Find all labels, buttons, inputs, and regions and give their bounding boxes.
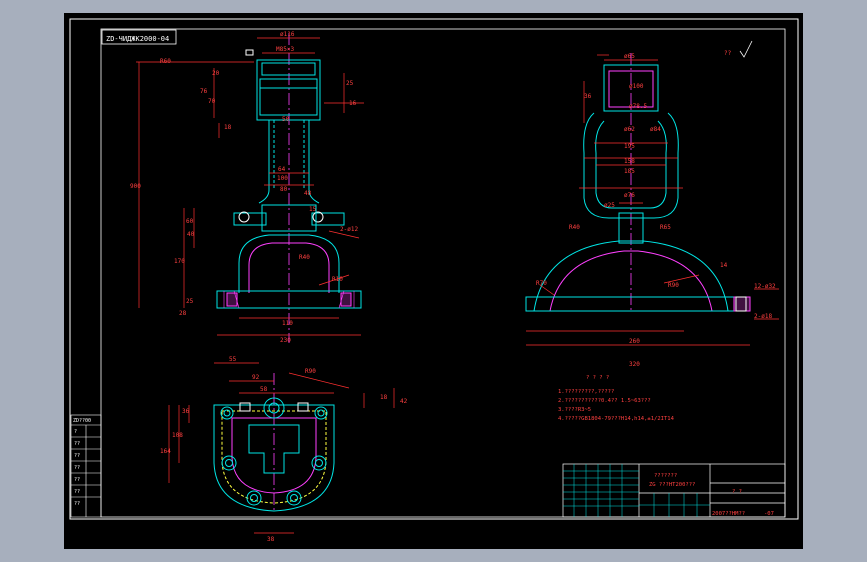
dim-label: R40 xyxy=(299,254,310,261)
roughness-symbol xyxy=(739,40,753,58)
dim-label: 164 xyxy=(160,448,171,455)
front-view-dimension-text: ø116 M85×3 20 76 70 18 16 25 50 64 48 90… xyxy=(130,31,358,344)
side-view xyxy=(525,53,751,313)
dim-label: ø65 xyxy=(624,53,635,60)
inner-border xyxy=(100,28,786,518)
strip-label: ? xyxy=(74,429,77,435)
dim-label: 25 xyxy=(186,298,194,305)
dim-label: 76 xyxy=(200,88,208,95)
sheet-label: ? ? xyxy=(732,489,742,495)
dim-label: 195 xyxy=(624,143,635,150)
engineering-drawing: ZD-ЧИДЖК2000-04 ø116 M85×3 20 76 70 18 1… xyxy=(69,18,799,543)
roughness-note: ?? xyxy=(724,50,732,57)
drawing-canvas[interactable]: ZD-ЧИДЖК2000-04 ø116 M85×3 20 76 70 18 1… xyxy=(64,13,803,549)
dim-label: 260 xyxy=(629,338,640,345)
dim-label: ø100 xyxy=(629,83,644,90)
dim-label: 12-ø32 xyxy=(754,283,776,290)
dim-label: 15 xyxy=(309,206,317,213)
note-line: 1.?????????,????? xyxy=(558,389,614,395)
dim-label: 60 xyxy=(186,218,194,225)
strip-label: ?? xyxy=(74,477,80,483)
dim-label: 48 xyxy=(304,190,312,197)
strip-label: ?? xyxy=(74,465,80,471)
dim-label: 25 xyxy=(346,80,354,87)
dim-label: 16 xyxy=(349,100,357,107)
drawing-code: 2007??HM?? xyxy=(712,511,745,517)
plan-view xyxy=(213,373,335,513)
front-view-dimensions xyxy=(136,37,364,336)
dim-label: 36 xyxy=(584,93,592,100)
strip-label: ?? xyxy=(74,489,80,495)
dim-label: R65 xyxy=(660,224,671,231)
dim-label: 900 xyxy=(130,183,141,190)
dim-label: 80 xyxy=(280,186,288,193)
plan-view-dimension-text: 55 92 R90 58 18 42 36 108 164 38 xyxy=(160,356,408,543)
dim-label: 2-ø18 xyxy=(754,313,772,320)
dim-label: M85×3 xyxy=(276,46,294,53)
dim-label: 100 xyxy=(277,175,288,182)
dim-label: 50 xyxy=(282,116,290,123)
dim-label: R60 xyxy=(160,58,171,65)
dim-label: 20 xyxy=(212,70,220,77)
dim-label: ø78.5 xyxy=(629,103,647,110)
dim-label: 18 xyxy=(380,394,388,401)
dim-label: 170 xyxy=(174,258,185,265)
drawing-number: ZD-ЧИДЖК2000-04 xyxy=(106,35,169,43)
title-block-text: ??????? ZG ???HT200??? 2007??HM?? ? ? -0… xyxy=(649,473,774,517)
dim-label: 320 xyxy=(629,361,640,368)
dim-label: 2-ø12 xyxy=(340,226,358,233)
dim-label: 108 xyxy=(172,432,183,439)
strip-label: ZD??00 xyxy=(73,418,91,424)
dim-label: ø84 xyxy=(650,126,661,133)
dim-label: R90 xyxy=(305,368,316,375)
dim-label: R10 xyxy=(332,276,343,283)
side-view-dimension-text: ø65 ø100 ø78.5 ø62 ø84 195 158 185 ø76 ø… xyxy=(536,53,776,368)
plan-view-dimensions xyxy=(168,362,395,534)
note-line: 4.?????GB1804-79???H14,h14,±1/2IT14 xyxy=(558,416,675,422)
title-line-1: ??????? xyxy=(654,473,677,479)
dim-label: 58 xyxy=(260,386,268,393)
dim-label: ø62 xyxy=(624,126,635,133)
dim-label: R70 xyxy=(536,280,547,287)
technical-notes: ? ? ? ? 1.?????????,????? 2.???????????0… xyxy=(558,375,675,422)
dim-label: 158 xyxy=(624,158,635,165)
part-number: -07 xyxy=(764,511,774,517)
dim-label: 64 xyxy=(278,166,286,173)
dim-label: R40 xyxy=(569,224,580,231)
title-block xyxy=(562,463,786,518)
dim-label: ø76 xyxy=(624,192,635,199)
dim-label: 14 xyxy=(720,262,728,269)
strip-label: ?? xyxy=(74,453,80,459)
dim-label: 92 xyxy=(252,374,260,381)
dim-label: ø116 xyxy=(280,31,295,38)
note-line: 3.????R3~5 xyxy=(558,407,591,413)
dim-label: 230 xyxy=(280,337,291,344)
strip-label: ?? xyxy=(74,501,80,507)
cad-window: ZD-ЧИДЖК2000-04 ø116 M85×3 20 76 70 18 1… xyxy=(0,0,867,562)
dim-label: 36 xyxy=(182,408,190,415)
dim-label: 110 xyxy=(282,320,293,327)
dim-label: R90 xyxy=(668,282,679,289)
dim-label: 38 xyxy=(267,536,275,543)
dim-label: 70 xyxy=(208,98,216,105)
front-view xyxy=(216,33,362,343)
dim-label: 18 xyxy=(224,124,232,131)
notes-heading: ? ? ? ? xyxy=(586,375,609,381)
title-line-2: ZG ???HT200??? xyxy=(649,482,695,488)
dim-label: 185 xyxy=(624,168,635,175)
dim-label: 42 xyxy=(400,398,408,405)
dim-label: 28 xyxy=(179,310,187,317)
dim-label: 40 xyxy=(187,231,195,238)
strip-label: ?? xyxy=(74,441,80,447)
left-strip-text: ZD??00 ? ?? ?? ?? ?? ?? ?? xyxy=(73,418,91,507)
dim-label: ø25 xyxy=(604,202,615,209)
dim-label: 55 xyxy=(229,356,237,363)
note-line: 2.???????????0.4?? 1.5~63??? xyxy=(558,398,651,404)
